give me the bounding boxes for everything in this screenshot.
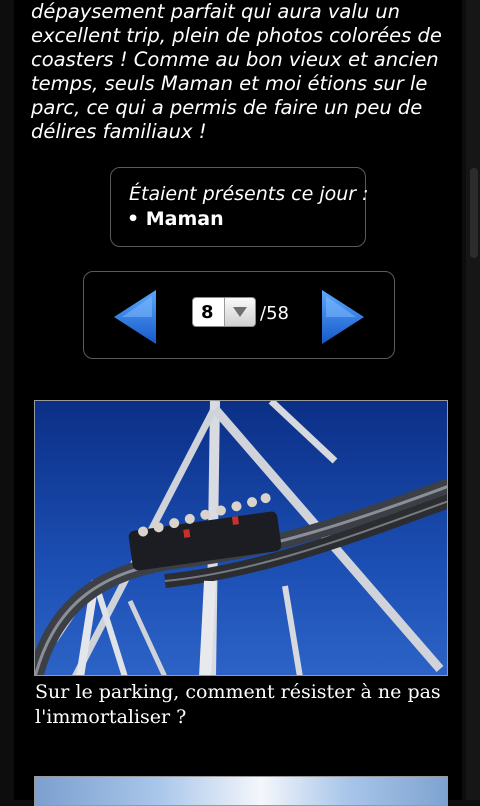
dropdown-button[interactable] (224, 298, 255, 326)
left-arrow-icon (114, 290, 156, 344)
page-number-select[interactable]: 8 (192, 297, 256, 327)
story-intro-text: dépaysement parfait qui aura valu un exc… (31, 0, 442, 143)
current-page-value: 8 (201, 302, 214, 323)
next-photo-button[interactable] (320, 288, 366, 346)
attendance-box: Étaient présents ce jour : • Maman (110, 167, 369, 247)
previous-photo-button[interactable] (112, 288, 158, 346)
page-total: /58 (260, 303, 289, 324)
roller-coaster-image (35, 401, 447, 675)
next-photo-preview[interactable] (34, 776, 448, 806)
right-arrow-icon (322, 290, 364, 344)
attendance-title: Étaient présents ce jour : (129, 183, 369, 205)
chevron-down-icon (233, 307, 247, 317)
photo-pager: 8 /58 (83, 271, 395, 359)
photo-caption: Sur le parking, comment résister à ne pa… (35, 681, 441, 728)
attendance-person: • Maman (127, 208, 224, 230)
scrollbar-thumb[interactable] (470, 168, 478, 258)
roller-coaster-photo[interactable] (34, 400, 448, 676)
scrollbar-track[interactable] (466, 0, 480, 800)
